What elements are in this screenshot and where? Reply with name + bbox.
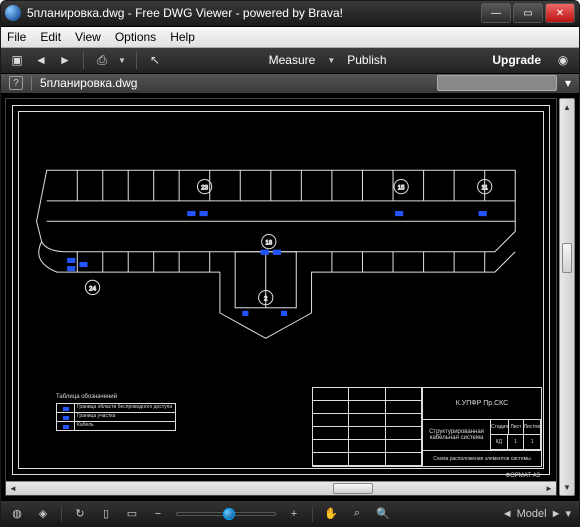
measure-dropdown-icon[interactable]: ▼ <box>327 56 335 65</box>
print-dropdown-icon[interactable]: ▼ <box>118 56 126 65</box>
open-icon[interactable]: ▣ <box>9 52 25 68</box>
layout-prev-icon[interactable]: ◄ <box>502 508 513 520</box>
prev-icon[interactable]: ◄ <box>33 52 49 68</box>
pan-icon[interactable]: ✋ <box>323 506 339 522</box>
zoom-slider[interactable] <box>176 512 276 516</box>
menu-help[interactable]: Help <box>170 30 195 44</box>
fit-width-icon[interactable]: ▭ <box>124 506 140 522</box>
tb-project: К.УПФР Пр.СКС <box>423 388 541 419</box>
toolbar: ▣ ◄ ► ⎙ ▼ ↖ Measure ▼ Publish Upgrade ◉ <box>1 48 579 74</box>
drawing-canvas[interactable]: 23 15 11 18 2 24 <box>6 99 556 481</box>
v-scroll-thumb[interactable] <box>562 243 572 273</box>
maximize-button[interactable]: ▭ <box>513 3 543 23</box>
vertical-scrollbar[interactable]: ▲ ▼ <box>559 98 575 496</box>
globe-icon[interactable]: ◍ <box>9 506 25 522</box>
legend-table: Таблица обозначений Граница области бесп… <box>56 394 176 431</box>
menu-edit[interactable]: Edit <box>40 30 61 44</box>
help-icon[interactable]: ? <box>9 76 23 90</box>
layout-label: Model <box>517 508 547 520</box>
print-icon[interactable]: ⎙ <box>94 52 110 68</box>
minimize-button[interactable]: — <box>481 3 511 23</box>
zoom-knob[interactable] <box>223 508 235 520</box>
layout-picker[interactable]: ◄ Model ► ▾ <box>502 507 571 520</box>
tb-desc: Структурированная кабельная система <box>423 420 491 450</box>
app-icon <box>5 5 21 21</box>
zoom-region-icon[interactable]: ⌕ <box>349 506 365 522</box>
brava-logo-icon[interactable]: ◉ <box>555 52 571 68</box>
layout-dropdown-icon[interactable]: ▾ <box>565 507 571 520</box>
menu-view[interactable]: View <box>75 30 101 44</box>
zoom-out-icon[interactable]: − <box>150 506 166 522</box>
scroll-left-icon[interactable]: ◄ <box>6 484 20 493</box>
window-title: 5планировка.dwg - Free DWG Viewer - powe… <box>27 6 479 20</box>
scroll-up-icon[interactable]: ▲ <box>560 99 574 115</box>
titlebar[interactable]: 5планировка.dwg - Free DWG Viewer - powe… <box>1 1 579 27</box>
format-label: ФОРМАТ А3 <box>506 473 540 479</box>
page-icon[interactable]: ▯ <box>98 506 114 522</box>
legend-header: Таблица обозначений <box>56 394 176 400</box>
scroll-right-icon[interactable]: ► <box>542 484 556 493</box>
menu-options[interactable]: Options <box>115 30 156 44</box>
zoom-in-icon[interactable]: + <box>286 506 302 522</box>
rotate-icon[interactable]: ↻ <box>72 506 88 522</box>
h-scroll-thumb[interactable] <box>333 483 373 494</box>
menu-file[interactable]: File <box>7 30 26 44</box>
content-area: 23 15 11 18 2 24 <box>1 94 579 500</box>
title-block: К.УПФР Пр.СКС Структурированная кабельна… <box>312 387 542 467</box>
layers-icon[interactable]: ◈ <box>35 506 51 522</box>
measure-button[interactable]: Measure <box>269 53 316 67</box>
tb-desc2: Схема расположения элементов системы <box>423 451 541 466</box>
tabbar: ? 5планировка.dwg ▾ <box>1 74 579 95</box>
upgrade-button[interactable]: Upgrade <box>492 53 541 67</box>
layout-next-icon[interactable]: ► <box>551 508 562 520</box>
menubar: File Edit View Options Help <box>1 27 579 48</box>
tab-filename[interactable]: 5планировка.dwg <box>40 76 137 90</box>
next-icon[interactable]: ► <box>57 52 73 68</box>
publish-button[interactable]: Publish <box>347 53 386 67</box>
pointer-icon[interactable]: ↖ <box>147 52 163 68</box>
statusbar: ◍ ◈ ↻ ▯ ▭ − + ✋ ⌕ 🔍 ◄ Model ► ▾ <box>1 500 579 526</box>
horizontal-scrollbar[interactable]: ◄ ► <box>6 481 556 495</box>
magnify-icon[interactable]: 🔍 <box>375 506 391 522</box>
close-button[interactable]: ✕ <box>545 3 575 23</box>
app-window: 5планировка.dwg - Free DWG Viewer - powe… <box>0 0 580 527</box>
scroll-down-icon[interactable]: ▼ <box>560 479 574 495</box>
search-input[interactable] <box>437 75 557 91</box>
search-dropdown-icon[interactable]: ▾ <box>565 76 571 90</box>
